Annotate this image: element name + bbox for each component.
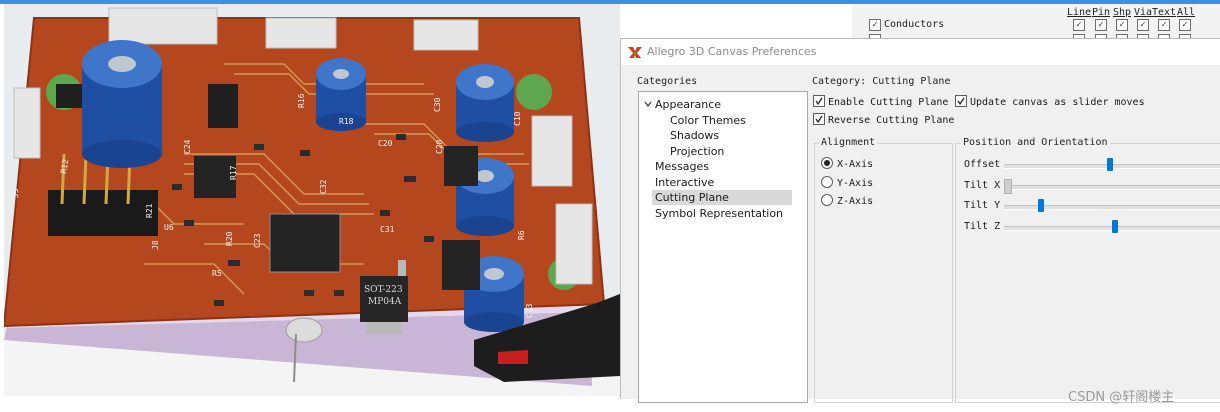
check-icon bbox=[815, 115, 823, 124]
reverse-cutting-plane-label: Reverse Cutting Plane bbox=[828, 115, 955, 126]
x-axis-label: X-Axis bbox=[837, 159, 874, 170]
tree-item-symbol-representation[interactable]: Symbol Representation bbox=[655, 206, 783, 221]
category-title: Category: Cutting Plane bbox=[812, 76, 951, 87]
tilt-z-label: Tilt Z bbox=[964, 221, 1001, 232]
conductors-all-checkbox[interactable]: ✓ bbox=[1179, 19, 1191, 31]
pcb-silkscreen-label: R5 bbox=[212, 269, 222, 278]
pcb-silkscreen-label: C10 bbox=[513, 111, 522, 126]
column-pin[interactable]: Pin bbox=[1092, 7, 1110, 18]
tilt-x-label: Tilt X bbox=[964, 180, 1001, 191]
radio-circle bbox=[821, 176, 833, 188]
pcb-silkscreen-label: C32 bbox=[319, 179, 328, 194]
tree-item-projection[interactable]: Projection bbox=[670, 144, 724, 159]
conductors-label: Conductors bbox=[884, 19, 945, 30]
pcb-silkscreen-label: R17 bbox=[229, 165, 238, 180]
conductors-text-checkbox[interactable]: ✓ bbox=[1158, 19, 1170, 31]
tilt-y-label: Tilt Y bbox=[964, 200, 1001, 211]
conductors-checkbox[interactable]: ✓ bbox=[869, 19, 881, 31]
pcb-silkscreen-label: R20 bbox=[225, 231, 234, 246]
column-via[interactable]: Via bbox=[1134, 7, 1152, 18]
dialog-titlebar[interactable]: Allegro 3D Canvas Preferences bbox=[621, 39, 1220, 65]
pcb-silkscreen-label: C24 bbox=[183, 139, 192, 154]
dialog-title: Allegro 3D Canvas Preferences bbox=[647, 45, 817, 58]
tree-item-cutting-plane[interactable]: Cutting Plane bbox=[652, 190, 792, 205]
x-axis-radio[interactable]: X-Axis bbox=[821, 157, 873, 170]
tree-item-shadows[interactable]: Shadows bbox=[670, 128, 719, 143]
pcb-silkscreen-label: C31 bbox=[380, 225, 395, 234]
offset-label: Offset bbox=[964, 159, 1001, 170]
pcb-silkscreen-label: C30 bbox=[433, 97, 442, 112]
conductors-pin-checkbox[interactable]: ✓ bbox=[1095, 19, 1107, 31]
z-axis-label: Z-Axis bbox=[837, 196, 874, 207]
conductors-line-checkbox[interactable]: ✓ bbox=[1073, 19, 1085, 31]
tree-item-interactive[interactable]: Interactive bbox=[655, 175, 714, 190]
chevron-down-icon[interactable] bbox=[644, 100, 652, 108]
tree-item-appearance[interactable]: Appearance bbox=[655, 97, 721, 112]
tilt-x-slider-thumb bbox=[1004, 179, 1012, 194]
update-canvas-checkbox[interactable]: Update canvas as slider moves bbox=[955, 95, 1145, 108]
tilt-y-slider-track[interactable] bbox=[1004, 205, 1220, 210]
pcb-silkscreen-label: C23 bbox=[253, 233, 262, 248]
pcb-silkscreen-label: R16 bbox=[297, 93, 306, 108]
csdn-watermark: CSDN @轩阁楼主 bbox=[1068, 390, 1175, 405]
checkbox-box bbox=[813, 113, 825, 125]
offset-slider-thumb[interactable] bbox=[1107, 158, 1114, 171]
radio-circle bbox=[821, 157, 833, 169]
tilt-x-slider-track bbox=[1004, 185, 1220, 190]
enable-cutting-plane-checkbox[interactable]: Enable Cutting Plane bbox=[813, 95, 948, 108]
y-axis-radio[interactable]: Y-Axis bbox=[821, 176, 873, 189]
tilt-z-slider-thumb[interactable] bbox=[1111, 220, 1118, 233]
pcb-chip-text: MP04A bbox=[368, 297, 402, 307]
column-text[interactable]: Text bbox=[1152, 7, 1176, 18]
categories-tree[interactable]: Appearance Color Themes Shadows Projecti… bbox=[638, 91, 808, 403]
enable-cutting-plane-label: Enable Cutting Plane bbox=[828, 97, 949, 108]
conductors-shp-checkbox[interactable]: ✓ bbox=[1116, 19, 1128, 31]
check-icon bbox=[815, 97, 823, 106]
position-orientation-title: Position and Orientation bbox=[961, 137, 1110, 148]
pcb-silkscreen-label: J8 bbox=[151, 240, 160, 250]
pcb-silkscreen-label: R18 bbox=[339, 117, 354, 126]
pcb-silkscreen-label: C20 bbox=[378, 139, 393, 148]
column-shp[interactable]: Shp bbox=[1113, 7, 1131, 18]
tree-item-messages[interactable]: Messages bbox=[655, 159, 709, 174]
check-icon bbox=[957, 97, 965, 106]
allegro-logo-icon bbox=[628, 47, 642, 58]
radio-dot bbox=[824, 160, 830, 166]
categories-label: Categories bbox=[637, 76, 698, 87]
alignment-title: Alignment bbox=[819, 137, 878, 148]
tree-item-color-themes[interactable]: Color Themes bbox=[670, 113, 746, 128]
pcb-silkscreen-label: U6 bbox=[164, 223, 174, 232]
y-axis-label: Y-Axis bbox=[837, 178, 874, 189]
pcb-silkscreen-label: C28 bbox=[435, 139, 444, 154]
pcb-3d-viewport[interactable]: R12 R16 R18 C28 C30 C10 C24 R17 C32 C20 R20 R21 U6 C2… bbox=[4, 4, 620, 396]
pcb-silkscreen-label: J3 bbox=[11, 188, 20, 198]
pcb-chip-text: SOT-223 bbox=[364, 285, 403, 295]
pcb-board-render: R12R16R18C28C30C10C24R17C32C20R20R21U6C2… bbox=[4, 4, 620, 396]
preferences-dialog: Allegro 3D Canvas Preferences Categories… bbox=[620, 38, 1220, 403]
conductors-via-checkbox[interactable]: ✓ bbox=[1137, 19, 1149, 31]
column-line[interactable]: Line bbox=[1067, 7, 1091, 18]
column-all[interactable]: All bbox=[1177, 7, 1195, 18]
radio-circle bbox=[821, 194, 833, 206]
checkbox-box bbox=[813, 95, 825, 107]
z-axis-radio[interactable]: Z-Axis bbox=[821, 194, 873, 207]
tilt-y-slider-thumb[interactable] bbox=[1037, 199, 1044, 212]
pcb-silkscreen-label: C13 bbox=[525, 303, 534, 318]
pcb-silkscreen-label: R21 bbox=[145, 203, 154, 218]
pcb-silkscreen-label: R6 bbox=[517, 230, 526, 240]
checkbox-box bbox=[955, 95, 967, 107]
update-canvas-label: Update canvas as slider moves bbox=[970, 97, 1145, 108]
reverse-cutting-plane-checkbox[interactable]: Reverse Cutting Plane bbox=[813, 113, 954, 126]
